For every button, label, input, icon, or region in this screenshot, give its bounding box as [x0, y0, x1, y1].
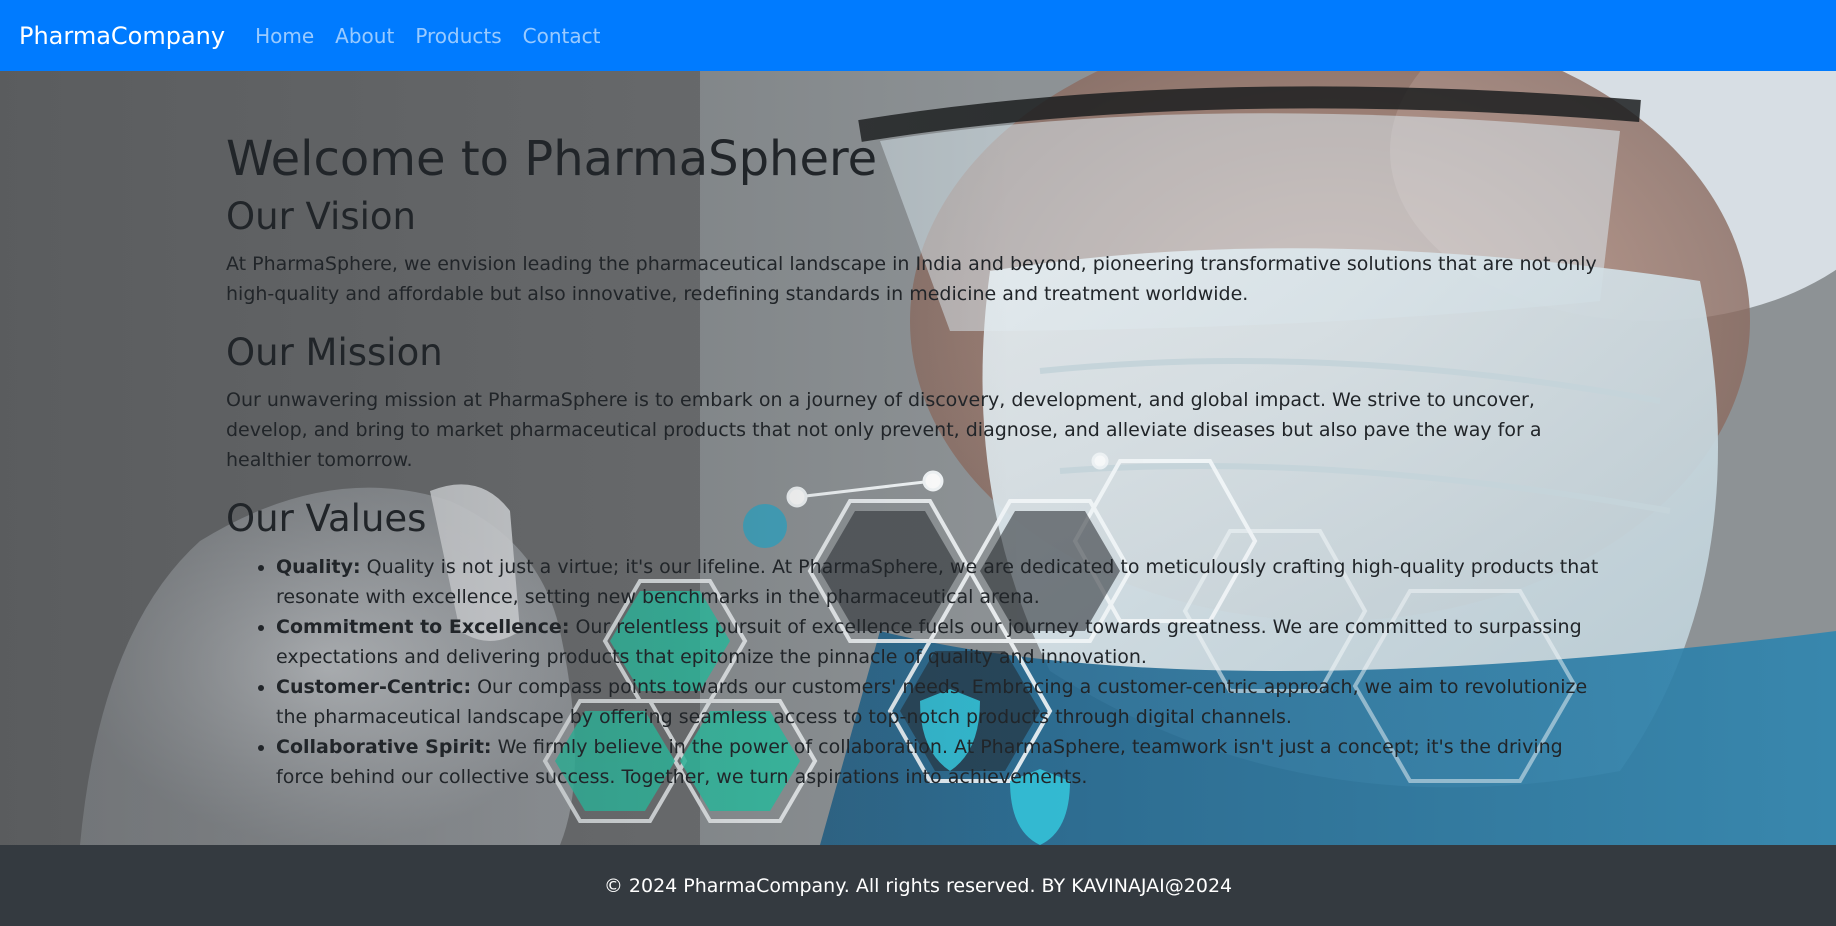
- value-text: Our compass points towards our customers…: [276, 675, 1588, 728]
- nav-link-about[interactable]: About: [335, 24, 394, 48]
- about-content: Welcome to PharmaSphere Our Vision At Ph…: [226, 131, 1616, 792]
- top-navbar: PharmaCompany Home About Products Contac…: [0, 0, 1836, 71]
- nav-link-products[interactable]: Products: [415, 24, 501, 48]
- brand-link[interactable]: PharmaCompany: [19, 22, 225, 50]
- list-item: Collaborative Spirit: We firmly believe …: [276, 732, 1616, 792]
- mission-heading: Our Mission: [226, 330, 443, 374]
- list-item: Quality: Quality is not just a virtue; i…: [276, 552, 1616, 612]
- value-label: Collaborative Spirit:: [276, 735, 492, 758]
- nav-link-contact[interactable]: Contact: [523, 24, 601, 48]
- value-text: Quality is not just a virtue; it's our l…: [276, 555, 1599, 608]
- values-heading: Our Values: [226, 497, 427, 541]
- page-title: Welcome to PharmaSphere: [226, 131, 878, 187]
- value-label: Commitment to Excellence:: [276, 615, 570, 638]
- value-label: Customer-Centric:: [276, 675, 472, 698]
- footer-text: © 2024 PharmaCompany. All rights reserve…: [603, 874, 1233, 897]
- values-list: Quality: Quality is not just a virtue; i…: [226, 552, 1616, 792]
- vision-text: At PharmaSphere, we envision leading the…: [226, 252, 1597, 305]
- page-footer: © 2024 PharmaCompany. All rights reserve…: [0, 845, 1836, 926]
- vision-heading: Our Vision: [226, 194, 416, 238]
- hero-section: Welcome to PharmaSphere Our Vision At Ph…: [0, 71, 1836, 845]
- list-item: Customer-Centric: Our compass points tow…: [276, 672, 1616, 732]
- list-item: Commitment to Excellence: Our relentless…: [276, 612, 1616, 672]
- mission-text: Our unwavering mission at PharmaSphere i…: [226, 389, 1542, 472]
- nav-link-home[interactable]: Home: [255, 24, 314, 48]
- value-label: Quality:: [276, 555, 361, 578]
